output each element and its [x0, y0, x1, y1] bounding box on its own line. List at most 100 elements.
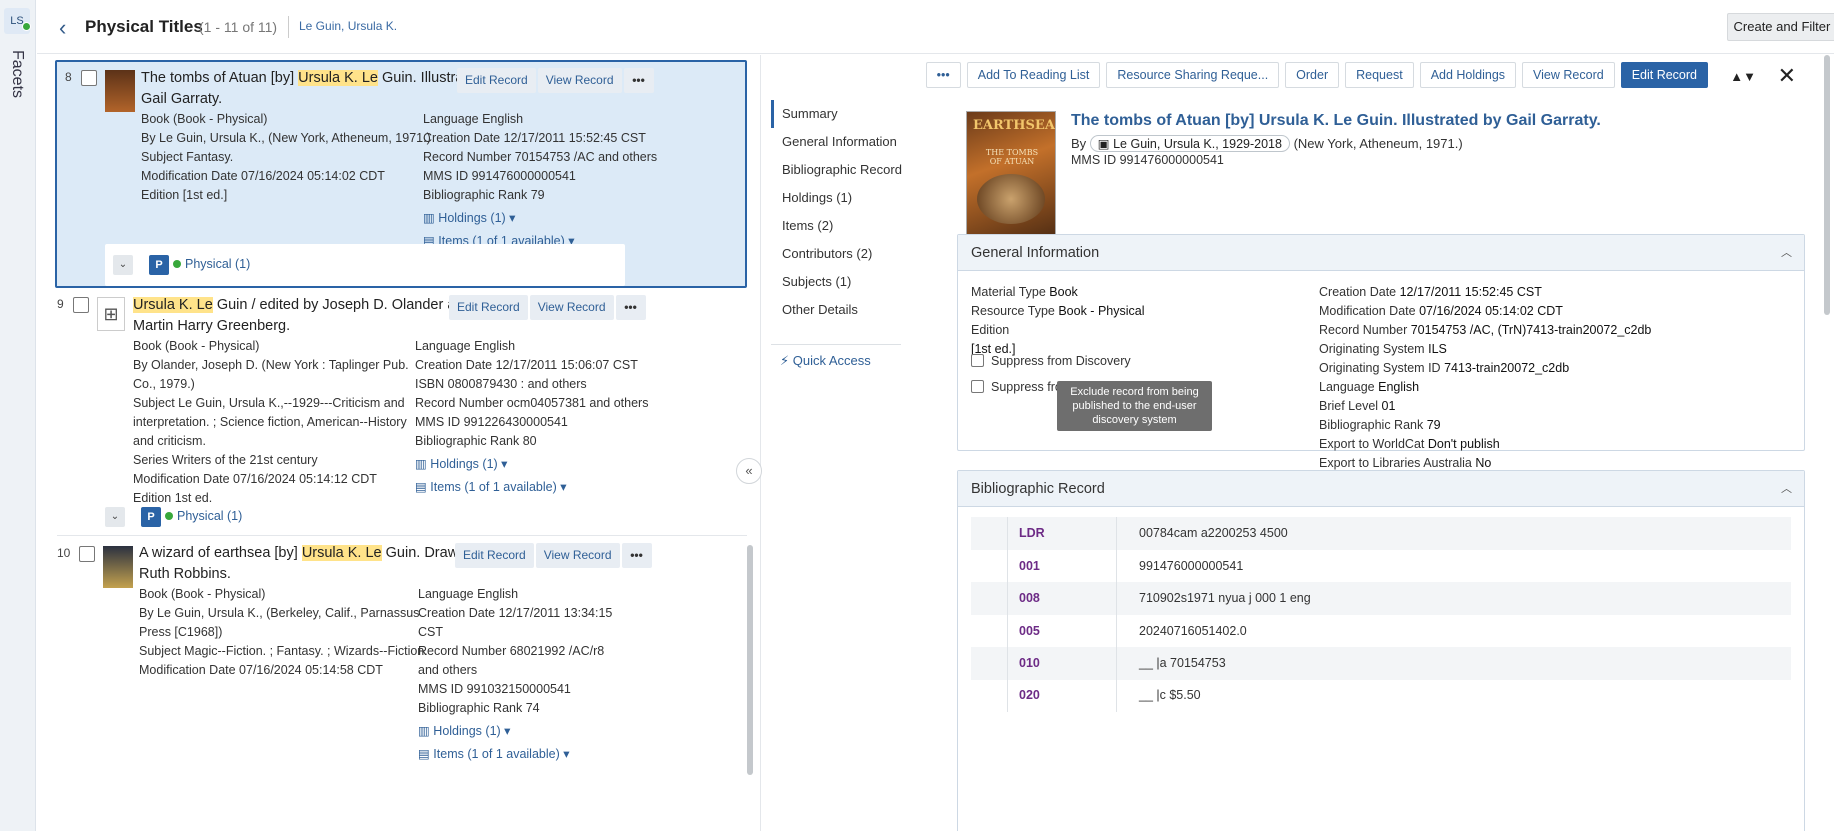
mms-id: MMS ID 991476000000541	[1071, 153, 1224, 167]
expand-toggle-icon[interactable]: ⌄	[113, 255, 133, 275]
marc-row[interactable]: 010 __ |a 70154753	[971, 647, 1791, 680]
meta-line: Subject Le Guin, Ursula K.,--1929---Crit…	[133, 396, 407, 448]
more-actions-icon[interactable]: •••	[621, 543, 652, 568]
record-title[interactable]: The tombs of Atuan [by] Ursula K. Le Gui…	[141, 68, 511, 110]
more-actions-icon[interactable]: •••	[615, 295, 646, 320]
nav-items[interactable]: Items (2)	[771, 212, 911, 240]
meta-line: Modification Date 07/16/2024 05:14:58 CD…	[139, 663, 383, 677]
meta-line: Edition 1st ed.	[133, 491, 213, 505]
items-link[interactable]: ▤ Items (1 of 1 available) ▾	[418, 745, 628, 764]
list-item[interactable]: 9 ⊞ Ursula K. Le Guin / edited by Joseph…	[55, 290, 747, 534]
more-actions-icon[interactable]: •••	[925, 62, 961, 88]
marc-row[interactable]: 020 __ |c $5.50	[971, 679, 1791, 712]
meta-line: Bibliographic Rank 79	[423, 188, 545, 202]
book-icon[interactable]: ⊞	[97, 297, 125, 331]
resource-sharing-request-button[interactable]: Resource Sharing Reque...	[1106, 62, 1280, 88]
list-item[interactable]: 8 The tombs of Atuan [by] Ursula K. Le G…	[55, 60, 747, 288]
field-line: Export to WorldCat Don't publish	[1319, 437, 1500, 451]
author-chip[interactable]: ▣ Le Guin, Ursula K., 1929-2018	[1089, 135, 1290, 152]
meta-line: Language English	[418, 587, 519, 601]
meta-line: ISBN 0800879430 : and others	[415, 377, 587, 391]
status-dot	[22, 22, 31, 31]
search-term[interactable]: Le Guin, Ursula K.	[299, 19, 397, 33]
meta-line: Language English	[415, 339, 516, 353]
view-record-button[interactable]: View Record	[529, 295, 614, 320]
view-record-button[interactable]: View Record	[1522, 62, 1615, 88]
create-filter-set-button[interactable]: Create and Filter Set	[1727, 13, 1834, 41]
back-chevron-icon[interactable]: ‹	[59, 15, 66, 41]
person-icon: ▣	[1097, 137, 1114, 151]
prev-next-arrows-icon[interactable]: ▲▼	[1730, 69, 1756, 84]
general-info-right: Creation Date 12/17/2011 15:52:45 CST Mo…	[1319, 283, 1799, 473]
view-record-button[interactable]: View Record	[537, 68, 622, 93]
cover-thumbnail[interactable]	[103, 546, 133, 588]
holdings-icon: ▥	[415, 457, 431, 471]
nav-general-information[interactable]: General Information	[771, 128, 911, 156]
nav-summary[interactable]: Summary	[771, 100, 911, 128]
detail-scrollbar[interactable]	[1824, 55, 1830, 315]
available-dot	[165, 512, 173, 521]
edit-record-button[interactable]: Edit Record	[455, 543, 534, 568]
list-item[interactable]: 10 A wizard of earthsea [by] Ursula K. L…	[55, 537, 747, 831]
collapse-pane-icon[interactable]: «	[736, 458, 762, 484]
items-link[interactable]: ▤ Items (1 of 1 available) ▾	[415, 478, 665, 497]
suppress-discovery-checkbox[interactable]: Suppress from Discovery	[971, 354, 1131, 368]
section-nav: Summary General Information Bibliographi…	[771, 100, 911, 324]
checkbox-box[interactable]	[971, 380, 984, 393]
order-button[interactable]: Order	[1285, 62, 1340, 88]
record-left-meta: Book (Book - Physical) By Olander, Josep…	[133, 337, 423, 508]
meta-line: Language English	[423, 112, 524, 126]
add-holdings-button[interactable]: Add Holdings	[1419, 62, 1517, 88]
record-title[interactable]: The tombs of Atuan [by] Ursula K. Le Gui…	[1071, 112, 1601, 130]
add-to-reading-list-button[interactable]: Add To Reading List	[966, 62, 1101, 88]
select-checkbox[interactable]	[73, 297, 89, 313]
holdings-link[interactable]: ▥ Holdings (1) ▾	[415, 455, 665, 474]
field-line: Originating System ID 7413-train20072_c2…	[1319, 361, 1570, 375]
field-line: Bibliographic Rank 79	[1319, 418, 1441, 432]
edit-record-button[interactable]: Edit Record	[457, 68, 536, 93]
cover-thumbnail[interactable]	[105, 70, 135, 112]
edit-record-button[interactable]: Edit Record	[449, 295, 528, 320]
nav-other-details[interactable]: Other Details	[771, 296, 911, 324]
marc-row[interactable]: 008 710902s1971 nyua j 000 1 eng	[971, 582, 1791, 615]
items-icon: ▤	[418, 747, 434, 761]
collapse-caret-icon[interactable]: ︿	[1781, 235, 1792, 271]
physical-link[interactable]: Physical (1)	[165, 509, 242, 523]
meta-line: MMS ID 991226430000541	[415, 415, 568, 429]
close-icon[interactable]: ✕	[1778, 63, 1796, 89]
expand-toggle-icon[interactable]: ⌄	[105, 507, 125, 527]
record-right-meta: Language English Creation Date 12/17/201…	[418, 585, 628, 764]
marc-row[interactable]: 005 20240716051402.0	[971, 615, 1791, 648]
nav-holdings[interactable]: Holdings (1)	[771, 184, 911, 212]
more-actions-icon[interactable]: •••	[623, 68, 654, 93]
book-cover-image[interactable]: EARTHSEA THE TOMBS OF ATUAN	[966, 111, 1056, 243]
holdings-link[interactable]: ▥ Holdings (1) ▾	[423, 209, 663, 228]
list-scrollbar[interactable]	[747, 545, 753, 775]
nav-bibliographic-record[interactable]: Bibliographic Record	[771, 156, 911, 184]
marc-row[interactable]: LDR 00784cam a2200253 4500	[971, 517, 1791, 550]
record-title[interactable]: A wizard of earthsea [by] Ursula K. Le G…	[139, 543, 509, 585]
quick-access-link[interactable]: ⚡ Quick Access	[771, 344, 901, 369]
field-line: Creation Date 12/17/2011 15:52:45 CST	[1319, 285, 1542, 299]
holdings-link[interactable]: ▥ Holdings (1) ▾	[418, 722, 628, 741]
record-right-meta: Language English Creation Date 12/17/201…	[423, 110, 663, 251]
record-detail-pane: ••• Add To Reading List Resource Sharing…	[761, 55, 1834, 831]
record-title[interactable]: Ursula K. Le Guin / edited by Joseph D. …	[133, 295, 503, 337]
imprint: (New York, Atheneum, 1971.)	[1293, 136, 1463, 151]
section-header[interactable]: Bibliographic Record ︿	[958, 471, 1804, 507]
checkbox-box[interactable]	[971, 354, 984, 367]
collapse-caret-icon[interactable]: ︿	[1781, 471, 1792, 507]
view-record-button[interactable]: View Record	[535, 543, 620, 568]
nav-contributors[interactable]: Contributors (2)	[771, 240, 911, 268]
select-checkbox[interactable]	[81, 70, 97, 86]
select-checkbox[interactable]	[79, 546, 95, 562]
edit-record-button[interactable]: Edit Record	[1620, 62, 1708, 88]
section-header[interactable]: General Information ︿	[958, 235, 1804, 271]
physical-link[interactable]: Physical (1)	[173, 257, 250, 271]
facets-label[interactable]: Facets	[8, 50, 26, 98]
nav-subjects[interactable]: Subjects (1)	[771, 268, 911, 296]
meta-line: Book (Book - Physical)	[139, 587, 266, 601]
marc-row[interactable]: 001 991476000000541	[971, 550, 1791, 583]
request-button[interactable]: Request	[1345, 62, 1414, 88]
facets-rail[interactable]: LS Facets	[0, 0, 36, 831]
